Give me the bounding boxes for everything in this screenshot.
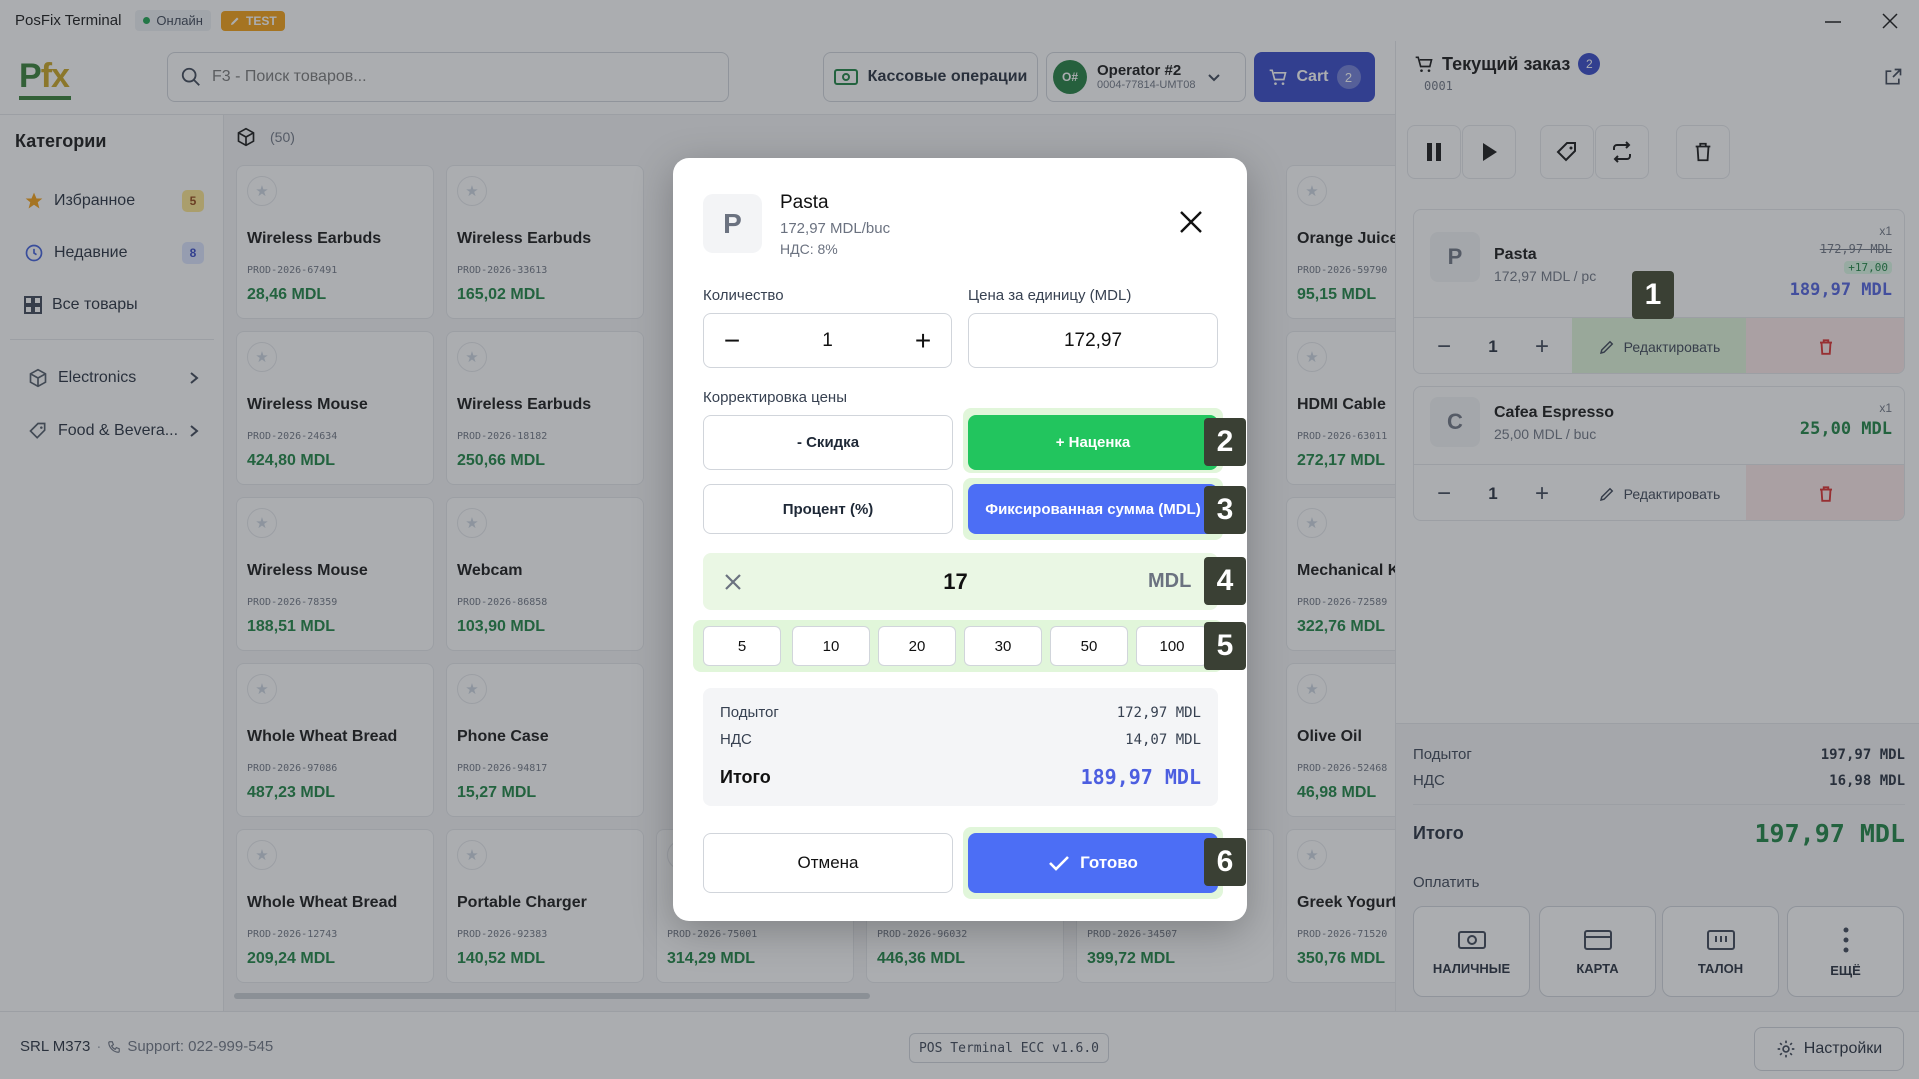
price-adjust-label: Корректировка цены (703, 389, 847, 406)
edit-item-dialog: P Pasta 172,97 MDL/buc НДС: 8% Количеств… (673, 158, 1247, 921)
step-marker-5: 5 (1204, 622, 1246, 670)
quantity-value[interactable]: 1 (760, 330, 895, 352)
step-marker-6: 6 (1204, 838, 1246, 886)
markup-button[interactable]: + Наценка (968, 415, 1218, 470)
quantity-stepper: − 1 + (703, 313, 952, 368)
item-name: Pasta (780, 192, 829, 213)
clear-amount-button[interactable] (703, 553, 763, 610)
dialog-total-value: 189,97 MDL (1080, 765, 1201, 789)
quantity-label: Количество (703, 287, 784, 304)
check-icon (1049, 856, 1069, 871)
adjustment-amount-field[interactable]: 17 MDL (703, 553, 1218, 610)
percent-mode-button[interactable]: Процент (%) (703, 484, 953, 534)
item-unit-price: 172,97 MDL/buc (780, 220, 891, 237)
cancel-button[interactable]: Отмена (703, 833, 953, 893)
quick-amount-30[interactable]: 30 (964, 626, 1042, 666)
unit-price-label: Цена за единицу (MDL) (968, 287, 1132, 304)
close-dialog-button[interactable] (1175, 206, 1207, 238)
done-label: Готово (1080, 853, 1138, 872)
dialog-vat-label: НДС (720, 731, 752, 748)
unit-price-input[interactable]: 172,97 (968, 313, 1218, 368)
done-button[interactable]: Готово (968, 833, 1218, 893)
item-vat-rate: НДС: 8% (780, 241, 838, 257)
quick-amount-100[interactable]: 100 (1136, 626, 1208, 666)
increase-qty-button[interactable]: + (895, 313, 951, 368)
quick-amount-5[interactable]: 5 (703, 626, 781, 666)
decrease-qty-button[interactable]: − (704, 313, 760, 368)
dialog-total-label: Итого (720, 766, 771, 787)
quick-amount-50[interactable]: 50 (1050, 626, 1128, 666)
step-marker-2: 2 (1204, 418, 1246, 466)
item-avatar: P (703, 194, 762, 253)
dialog-totals: Подытог 172,97 MDL НДС 14,07 MDL Итого 189,… (703, 688, 1218, 806)
dialog-subtotal-label: Подытог (720, 704, 779, 721)
step-marker-4: 4 (1204, 557, 1246, 605)
adjustment-amount-value: 17 (943, 568, 968, 594)
quick-amount-10[interactable]: 10 (792, 626, 870, 666)
close-icon (725, 573, 741, 590)
quick-amount-20[interactable]: 20 (878, 626, 956, 666)
step-marker-3: 3 (1204, 486, 1246, 534)
fixed-amount-mode-button[interactable]: Фиксированная сумма (MDL) (968, 484, 1218, 534)
step-marker-1: 1 (1632, 271, 1674, 319)
dialog-subtotal-value: 172,97 MDL (1116, 704, 1201, 721)
dialog-vat-value: 14,07 MDL (1125, 731, 1201, 748)
discount-button[interactable]: - Скидка (703, 415, 953, 470)
close-icon (1180, 211, 1202, 233)
